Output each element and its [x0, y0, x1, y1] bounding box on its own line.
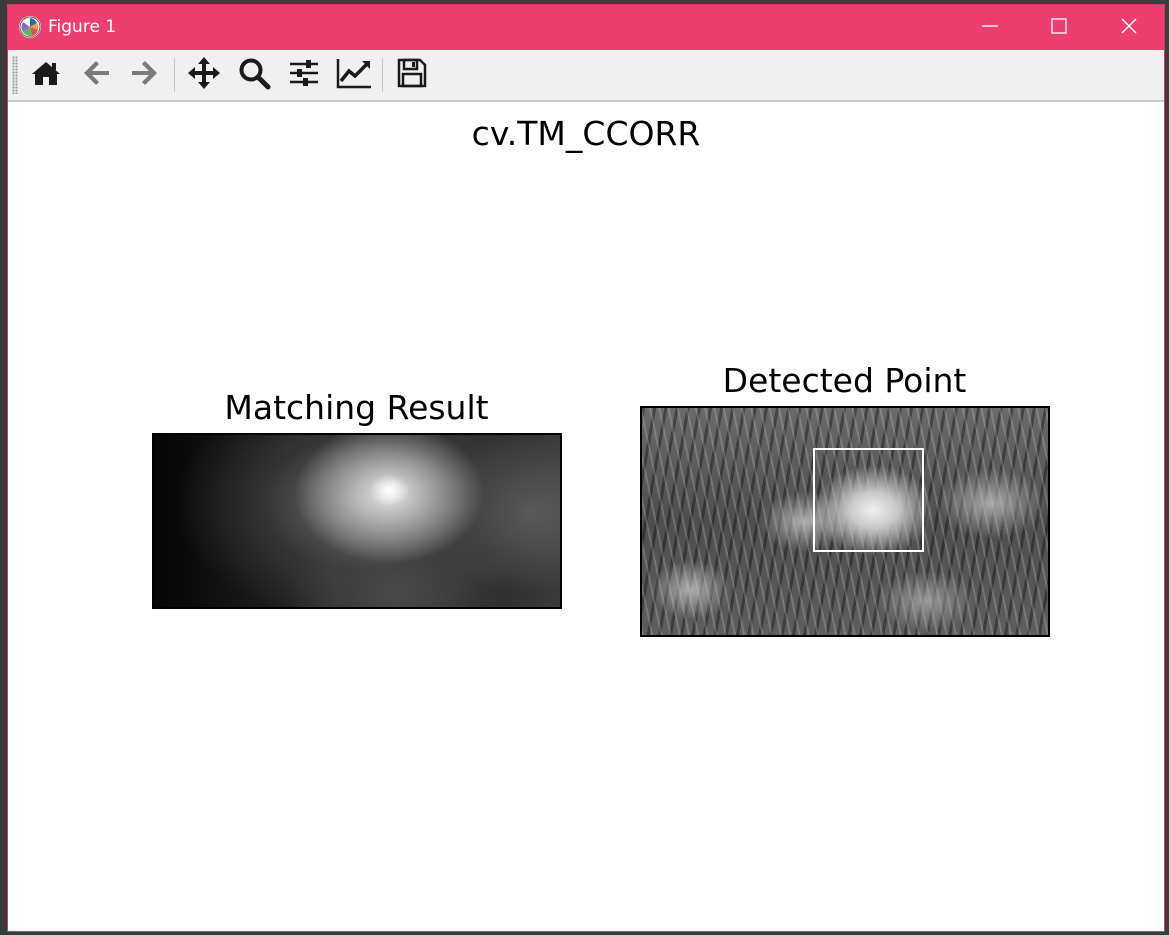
magnifier-icon — [237, 56, 271, 94]
detected-point-title: Detected Point — [722, 361, 967, 400]
toolbar-grip[interactable] — [12, 56, 18, 94]
arrow-right-icon — [129, 57, 161, 93]
detection-rectangle — [813, 448, 924, 552]
title-bar[interactable]: Figure 1 — [8, 5, 1164, 50]
window-title: Figure 1 — [48, 17, 117, 37]
configure-subplots-button[interactable] — [286, 57, 322, 93]
matching-result-image[interactable] — [152, 433, 562, 609]
sliders-icon — [287, 56, 321, 94]
toolbar-separator — [174, 58, 175, 92]
figure-canvas[interactable]: cv.TM_CCORR Matching Result Detected Poi… — [8, 102, 1164, 931]
back-button[interactable] — [78, 57, 114, 93]
detected-point-image[interactable] — [640, 406, 1050, 637]
navigation-toolbar — [8, 50, 1164, 102]
forward-button[interactable] — [127, 57, 163, 93]
floppy-disk-icon — [396, 57, 428, 93]
home-button[interactable] — [28, 57, 64, 93]
matching-result-title: Matching Result — [224, 388, 489, 427]
maximize-icon — [1050, 17, 1068, 39]
figure-suptitle: cv.TM_CCORR — [471, 114, 701, 153]
line-chart-icon — [335, 56, 373, 94]
maximize-button[interactable] — [1025, 5, 1093, 50]
save-button[interactable] — [394, 57, 430, 93]
arrow-left-icon — [80, 57, 112, 93]
zoom-button[interactable] — [236, 57, 272, 93]
toolbar-separator — [382, 58, 383, 92]
minimize-button[interactable] — [956, 5, 1024, 50]
matplotlib-logo-icon — [19, 16, 41, 38]
move-icon — [187, 56, 221, 94]
home-icon — [30, 57, 62, 93]
edit-axis-button[interactable] — [336, 57, 372, 93]
close-button[interactable] — [1095, 5, 1163, 50]
close-icon — [1120, 17, 1138, 39]
figure-window: Figure 1 cv.TM_CCORR Matching Result Det… — [7, 4, 1165, 932]
minimize-icon — [981, 17, 999, 39]
pan-button[interactable] — [186, 57, 222, 93]
